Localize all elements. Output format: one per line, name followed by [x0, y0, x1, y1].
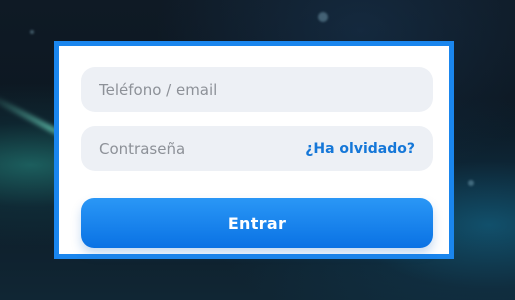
- background-bokeh-dot: [318, 12, 328, 22]
- phone-email-field[interactable]: [81, 67, 433, 112]
- background-bokeh-dot: [468, 180, 474, 186]
- forgot-password-link[interactable]: ¿Ha olvidado?: [305, 141, 415, 157]
- phone-email-input[interactable]: [99, 80, 415, 99]
- login-card: ¿Ha olvidado? Entrar: [54, 41, 454, 259]
- password-field[interactable]: ¿Ha olvidado?: [81, 126, 433, 171]
- background-bokeh-dot: [30, 30, 34, 34]
- login-button[interactable]: Entrar: [81, 198, 433, 248]
- password-input[interactable]: [99, 139, 298, 158]
